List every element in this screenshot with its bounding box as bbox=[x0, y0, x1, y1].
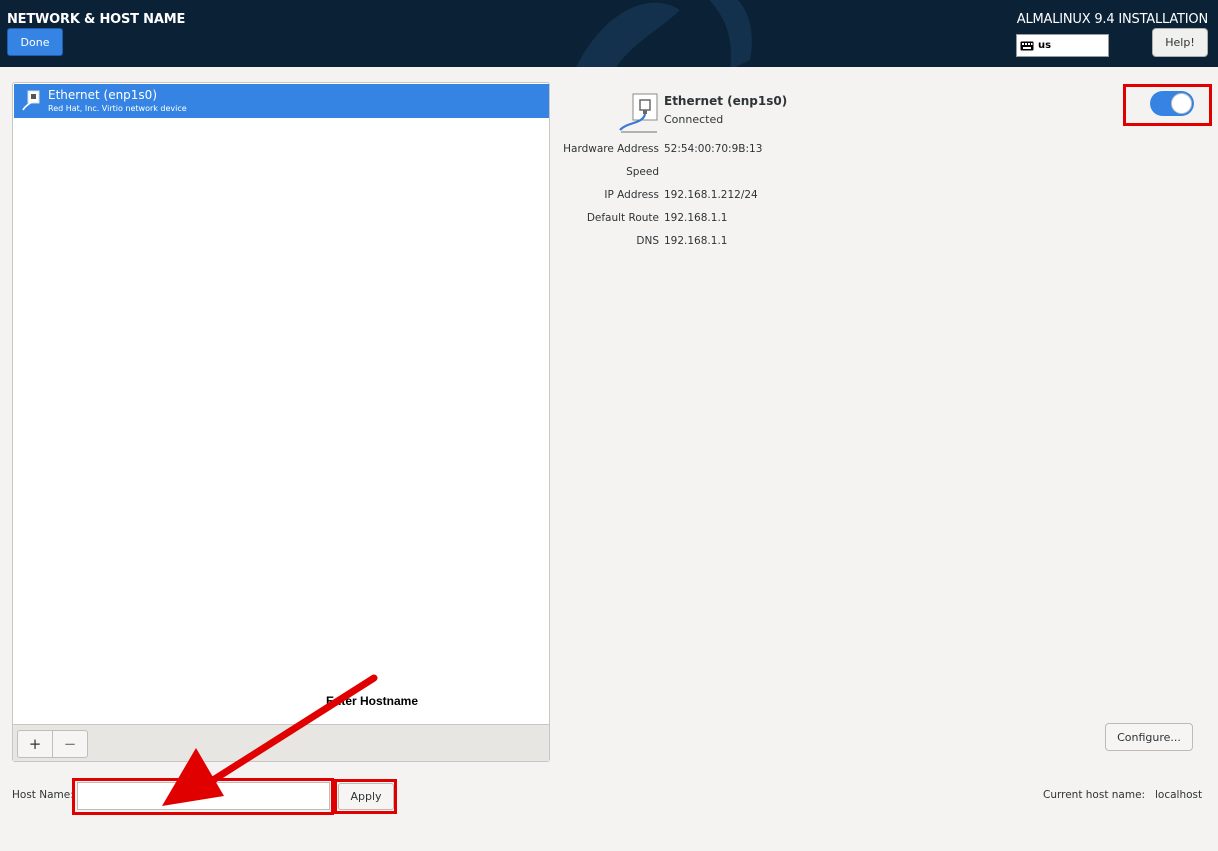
switch-knob bbox=[1171, 93, 1192, 114]
hardware-address-value: 52:54:00:70:9B:13 bbox=[664, 143, 763, 155]
add-device-button[interactable]: + bbox=[17, 730, 53, 758]
done-button[interactable]: Done bbox=[7, 28, 63, 56]
dns-value: 192.168.1.1 bbox=[664, 235, 728, 247]
device-list-item-name: Ethernet (enp1s0) bbox=[48, 88, 157, 102]
almalinux-logo-watermark bbox=[576, 0, 752, 67]
help-button[interactable]: Help! bbox=[1152, 28, 1208, 57]
current-host-name-value: localhost bbox=[1155, 789, 1203, 801]
host-name-label: Host Name: bbox=[12, 789, 74, 801]
device-list-item[interactable]: Ethernet (enp1s0) Red Hat, Inc. Virtio n… bbox=[14, 84, 549, 118]
header-bar: NETWORK & HOST NAME Done ALMALINUX 9.4 I… bbox=[0, 0, 1218, 67]
dns-label: DNS bbox=[636, 235, 659, 247]
current-host-name-label: Current host name: bbox=[1043, 789, 1146, 801]
speed-label: Speed bbox=[626, 166, 659, 178]
configure-button[interactable]: Configure... bbox=[1105, 723, 1193, 751]
keyboard-layout-indicator[interactable]: us bbox=[1016, 34, 1109, 57]
device-detail-status: Connected bbox=[664, 113, 724, 126]
ethernet-icon bbox=[619, 93, 658, 133]
host-name-input[interactable] bbox=[77, 782, 330, 810]
default-route-label: Default Route bbox=[586, 212, 659, 224]
keyboard-layout-label: us bbox=[1038, 40, 1052, 51]
device-list-item-description: Red Hat, Inc. Virtio network device bbox=[48, 104, 187, 113]
device-detail-name: Ethernet (enp1s0) bbox=[664, 94, 788, 108]
default-route-value: 192.168.1.1 bbox=[664, 212, 728, 224]
device-list-toolbar: + − bbox=[13, 724, 549, 761]
ip-address-label: IP Address bbox=[604, 189, 659, 201]
annotation-label: Enter Hostname bbox=[326, 694, 419, 708]
keyboard-icon bbox=[1020, 41, 1034, 50]
device-list-panel: Ethernet (enp1s0) Red Hat, Inc. Virtio n… bbox=[12, 82, 550, 762]
ethernet-icon bbox=[22, 90, 40, 111]
device-enable-switch[interactable] bbox=[1150, 91, 1194, 116]
installation-title: ALMALINUX 9.4 INSTALLATION bbox=[1016, 12, 1208, 27]
remove-device-button[interactable]: − bbox=[52, 730, 88, 758]
hardware-address-label: Hardware Address bbox=[563, 143, 659, 155]
page-title: NETWORK & HOST NAME bbox=[7, 12, 186, 27]
apply-button[interactable]: Apply bbox=[338, 783, 394, 810]
ip-address-value: 192.168.1.212/24 bbox=[664, 189, 758, 201]
